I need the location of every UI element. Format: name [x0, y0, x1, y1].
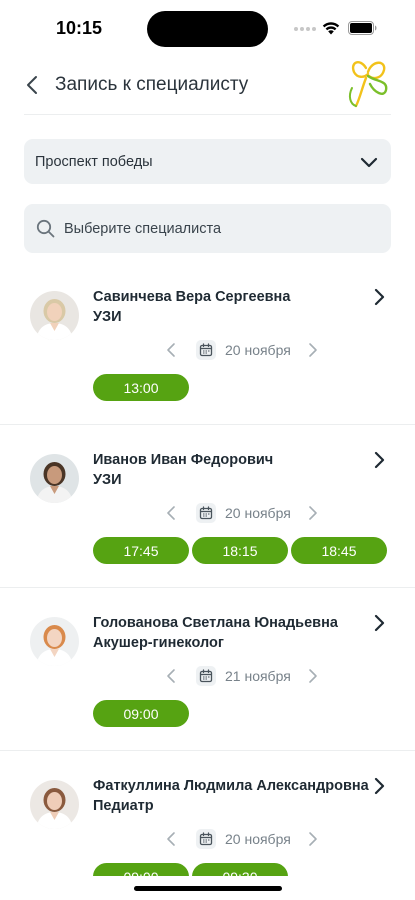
next-date-button[interactable] [306, 342, 320, 358]
status-bar: 10:15 [0, 0, 415, 56]
search-icon [36, 219, 55, 238]
time-slot-button[interactable]: 09:30 [192, 863, 288, 876]
appointment-date: 20 ноября [225, 505, 291, 521]
chevron-right-icon[interactable] [371, 288, 387, 306]
chevron-right-icon[interactable] [371, 614, 387, 632]
time-slot-button[interactable]: 09:00 [93, 700, 189, 727]
chevron-right-icon[interactable] [371, 451, 387, 469]
specialist-search-input[interactable] [64, 204, 374, 253]
doctor-card: Фаткуллина Людмила Александровна Педиатр… [0, 751, 415, 876]
calendar-icon [196, 503, 216, 523]
appointment-date: 20 ноября [225, 342, 291, 358]
battery-icon [348, 21, 377, 35]
dynamic-island [147, 11, 268, 47]
doctor-name: Голованова Светлана Юнадьевна [93, 615, 338, 631]
doctor-avatar [30, 780, 79, 829]
previous-date-button[interactable] [164, 342, 178, 358]
doctor-list: Савинчева Вера Сергеевна УЗИ 20 ноября 1… [0, 262, 415, 876]
doctor-card: Иванов Иван Федорович УЗИ 20 ноября 17:4… [0, 425, 415, 588]
appointment-date: 20 ноября [225, 831, 291, 847]
branch-select[interactable]: Проспект победы [24, 139, 391, 184]
wifi-icon [322, 22, 340, 35]
doctor-avatar [30, 617, 79, 666]
time-slot-button[interactable]: 17:45 [93, 537, 189, 564]
next-date-button[interactable] [306, 831, 320, 847]
doctor-name: Фаткуллина Людмила Александровна [93, 778, 369, 794]
time-slots: 13:00 [93, 374, 189, 401]
next-date-button[interactable] [306, 668, 320, 684]
back-button[interactable] [22, 74, 44, 96]
calendar-icon [196, 829, 216, 849]
chevron-right-icon[interactable] [371, 777, 387, 795]
time-slots: 09:00 [93, 700, 189, 727]
cellular-signal-icon [294, 27, 316, 31]
previous-date-button[interactable] [164, 831, 178, 847]
time-slot-button[interactable]: 09:00 [93, 863, 189, 876]
time-slot-button[interactable]: 18:45 [291, 537, 387, 564]
time-slot-button[interactable]: 18:15 [192, 537, 288, 564]
specialist-search-field [24, 204, 391, 253]
time-slot-button[interactable]: 13:00 [93, 374, 189, 401]
calendar-icon [196, 666, 216, 686]
next-date-button[interactable] [306, 505, 320, 521]
time-slots: 17:45 18:15 18:45 [93, 537, 387, 564]
previous-date-button[interactable] [164, 668, 178, 684]
appointment-date: 21 ноября [225, 668, 291, 684]
doctor-specialty: УЗИ [93, 309, 122, 325]
doctor-specialty: Акушер-гинеколог [93, 635, 224, 651]
calendar-icon [196, 340, 216, 360]
clinic-logo-icon [348, 61, 388, 108]
branch-select-value: Проспект победы [35, 154, 153, 170]
doctor-avatar [30, 291, 79, 340]
doctor-name: Савинчева Вера Сергеевна [93, 289, 291, 305]
doctor-card: Савинчева Вера Сергеевна УЗИ 20 ноября 1… [0, 262, 415, 425]
time-slots: 09:0009:30 [93, 863, 288, 876]
status-time: 10:15 [56, 18, 103, 38]
home-indicator [134, 886, 282, 891]
doctor-avatar [30, 454, 79, 503]
header: Запись к специалисту [0, 58, 415, 114]
doctor-specialty: Педиатр [93, 798, 154, 814]
header-divider [24, 114, 391, 115]
doctor-card: Голованова Светлана Юнадьевна Акушер-гин… [0, 588, 415, 751]
doctor-specialty: УЗИ [93, 472, 122, 488]
previous-date-button[interactable] [164, 505, 178, 521]
chevron-down-icon [360, 157, 378, 168]
doctor-name: Иванов Иван Федорович [93, 452, 274, 468]
page-title: Запись к специалисту [55, 74, 249, 95]
